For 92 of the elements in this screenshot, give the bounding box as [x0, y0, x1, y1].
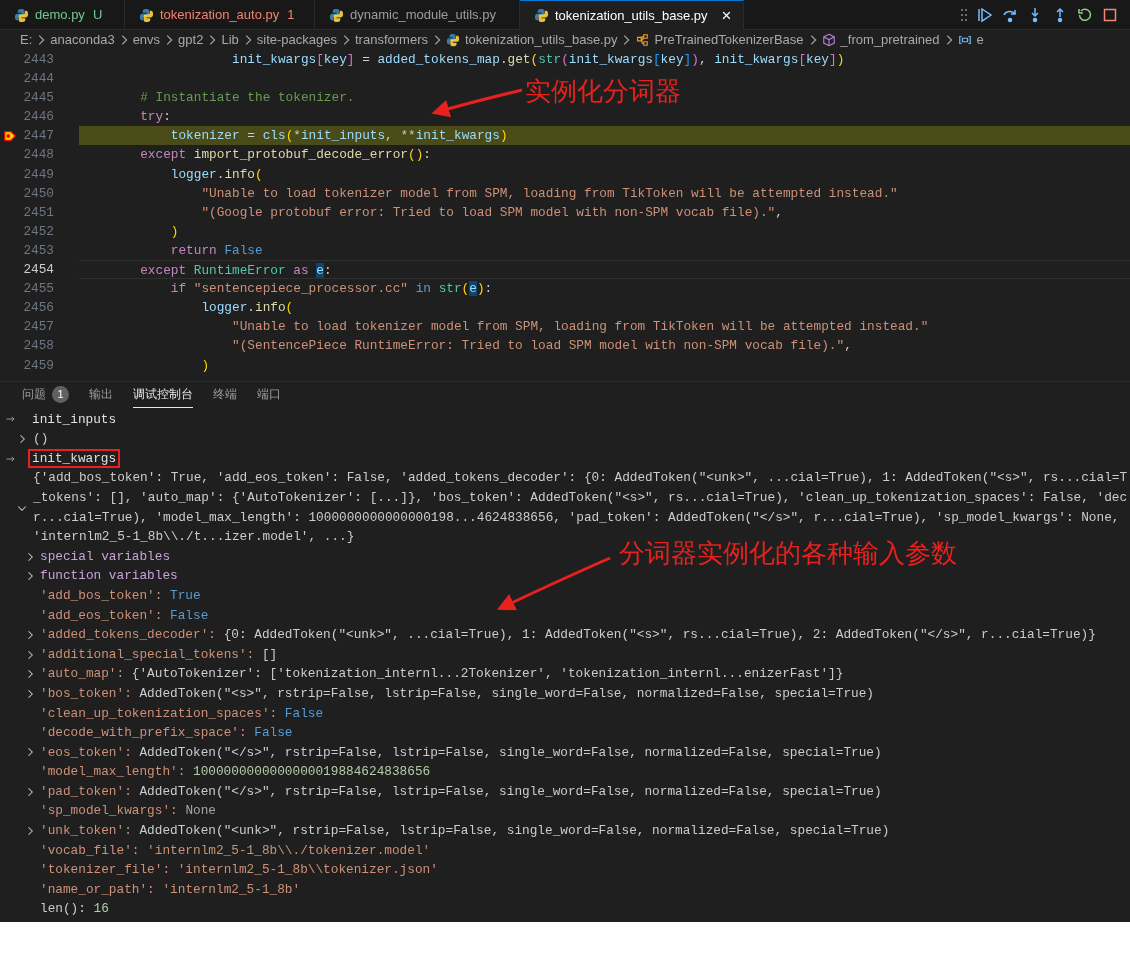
console-output: _tokens': [], 'auto_map': {'AutoTokenizer': [...]}, 'bos_token': AddedToken("<s>", rs...cial=True), 'clean_up_tokenization_spaces': False, 'dec	[33, 488, 1128, 507]
line-number: 2459	[22, 356, 54, 375]
code-line: except import_protobuf_decode_error():	[139, 146, 431, 165]
variable-entry[interactable]: 'auto_map': {'AutoTokenizer': ['tokenization_internl...2Tokenizer', 'tokenization_internl...enizerFast']}	[40, 664, 844, 684]
line-number: 2451	[22, 203, 54, 222]
variable-entry: 'add_eos_token': False	[40, 606, 209, 625]
console-output: r...cial=True), 'model_max_length': 1000000000000000198...4624838656, 'pad_token': AddedToken("</s>", r...cial=True), 'sp_model_kwargs': None,	[33, 508, 1121, 527]
cube-icon	[821, 33, 836, 47]
variable-entry[interactable]: 'additional_special_tokens': []	[40, 644, 278, 665]
line-number: 2457	[22, 318, 54, 337]
variable-entry: 'tokenizer_file': 'internlm2_5-1_8b\\tokenizer.json'	[40, 861, 438, 880]
variable-icon	[957, 33, 972, 47]
line-number: 2444	[22, 70, 54, 89]
file-icon	[329, 7, 344, 23]
console-output: ()	[33, 430, 49, 449]
variable-entry: 'sp_model_kwargs': None	[40, 802, 216, 821]
line-number: 2447	[22, 127, 54, 146]
stop-icon[interactable]	[1102, 6, 1118, 23]
breadcrumb-item[interactable]: E:	[18, 30, 35, 50]
editor-tab[interactable]: tokenization_utils_base.py ×	[520, 0, 745, 30]
breadcrumb-item[interactable]: PreTrainedTokenizerBase	[652, 30, 806, 50]
variable-entry: 'clean_up_tokenization_spaces': False	[40, 704, 324, 723]
panel-tab[interactable]: 问题 1	[22, 381, 69, 408]
console-output: 'internlm2_5-1_8b\\./t...izer.model', ...}	[33, 528, 356, 547]
code-line: "Unable to load tokenizer model from SPM, loading from TikToken will be attempted instead."	[200, 184, 898, 203]
variable-entry[interactable]: 'eos_token': AddedToken("</s>", rstrip=False, lstrip=False, single_word=False, normalized=False, special=True)	[40, 742, 882, 763]
breadcrumb-item[interactable]: e	[974, 30, 986, 50]
editor-tab[interactable]: tokenization_auto.py 1	[125, 0, 315, 30]
line-number: 2446	[22, 108, 54, 127]
line-number: 2448	[22, 146, 54, 165]
line-number: 2443	[22, 51, 54, 69]
variable-entry[interactable]: 'pad_token': AddedToken("</s>", rstrip=False, lstrip=False, single_word=False, normalized=False, special=True)	[40, 781, 882, 802]
variable-entry: 'decode_with_prefix_space': False	[40, 724, 293, 743]
code-line: # Instantiate the tokenizer.	[139, 89, 355, 108]
editor-tab[interactable]: demo.py U	[0, 0, 125, 30]
annotation-text: 分词器实例化的各种输入参数	[619, 538, 957, 568]
variable-group[interactable]: special variables	[40, 546, 171, 567]
line-number: 2456	[22, 299, 54, 318]
variable-entry: 'add_bos_token': True	[40, 586, 201, 605]
variable-entry: len(): 16	[40, 900, 109, 919]
breadcrumb-item[interactable]: gpt2	[176, 30, 206, 50]
line-number: 2445	[22, 89, 54, 108]
annotation-text: 实例化分词器	[525, 76, 681, 106]
code-line: except RuntimeError as e:	[139, 262, 332, 279]
console-expression: init_inputs	[31, 410, 118, 429]
line-number: 2454	[22, 261, 54, 280]
file-icon	[445, 33, 460, 47]
breadcrumb-item[interactable]: site-packages	[254, 30, 339, 50]
code-line: if "sentencepiece_processor.cc" in str(e):	[169, 280, 493, 299]
drag-handle-icon[interactable]	[960, 7, 968, 22]
code-line: "Unable to load tokenizer model from SPM, loading from TikToken will be attempted instead."	[231, 318, 929, 337]
code-line: try:	[139, 108, 171, 127]
variable-entry: 'name_or_path': 'internlm2_5-1_8b'	[40, 880, 301, 899]
line-number: 2452	[22, 222, 54, 241]
restart-icon[interactable]	[1077, 6, 1093, 23]
class-icon	[635, 33, 650, 47]
line-number: 2458	[22, 337, 54, 356]
panel-tab[interactable]: 终端	[213, 381, 237, 408]
file-icon	[139, 7, 154, 23]
breadcrumb-item[interactable]: transformers	[353, 30, 430, 50]
code-line: "(Google protobuf error: Tried to load SPM model with non-SPM vocab file).",	[200, 203, 783, 222]
console-expression: init_kwargs	[28, 449, 121, 469]
breadcrumb-item[interactable]: _from_pretrained	[838, 30, 942, 50]
file-icon	[534, 8, 549, 23]
variable-entry[interactable]: 'added_tokens_decoder': {0: AddedToken("<unk>", ...cial=True), 1: AddedToken("<s>", rs...cial=True), 2: AddedToken("</s>", r...cial=True)}	[40, 625, 1096, 645]
code-line: )	[200, 356, 210, 375]
line-number: 2449	[22, 165, 54, 184]
code-line: tokenizer = cls(*init_inputs, **init_kwargs)	[169, 127, 508, 146]
line-number: 2453	[22, 241, 54, 260]
variable-group[interactable]: function variables	[40, 566, 178, 586]
panel-tab[interactable]: 输出	[89, 381, 113, 408]
variable-entry: 'model_max_length': 1000000000000000019884624838656	[40, 763, 431, 782]
variable-entry[interactable]: 'bos_token': AddedToken("<s>", rstrip=False, lstrip=False, single_word=False, normalized=False, special=True)	[40, 683, 874, 704]
variable-entry: 'vocab_file': 'internlm2_5-1_8b\\./tokenizer.model'	[40, 841, 431, 860]
panel-tab[interactable]: 调试控制台	[133, 381, 193, 408]
breadcrumb-item[interactable]: envs	[130, 30, 163, 50]
code-line: "(SentencePiece RuntimeError: Tried to load SPM model with non-SPM vocab file).",	[231, 337, 852, 356]
breadcrumb-item[interactable]: anaconda3	[48, 30, 117, 50]
variable-entry[interactable]: 'unk_token': AddedToken("<unk>", rstrip=False, lstrip=False, single_word=False, normalized=False, special=True)	[40, 821, 890, 841]
code-line: init_kwargs[key] = added_tokens_map.get(str(init_kwargs[key]), init_kwargs[key])	[231, 51, 845, 69]
code-line: )	[169, 222, 179, 241]
code-line: logger.info(	[200, 299, 294, 318]
line-number: 2450	[22, 184, 54, 203]
breadcrumb-item[interactable]: Lib	[219, 30, 241, 50]
file-icon	[14, 7, 29, 23]
code-line: return False	[169, 241, 263, 260]
panel-tab[interactable]: 端口	[257, 381, 281, 408]
breadcrumb-item[interactable]: tokenization_utils_base.py	[462, 30, 620, 50]
line-number: 2455	[22, 280, 54, 299]
code-line: logger.info(	[169, 165, 263, 184]
continue-icon[interactable]	[977, 6, 993, 23]
console-output: {'add_bos_token': True, 'add_eos_token': False, 'added_tokens_decoder': {0: AddedToken("<unk>", ...cial=True), 1: AddedToken("<s>", rs...cial=T	[33, 469, 1128, 488]
